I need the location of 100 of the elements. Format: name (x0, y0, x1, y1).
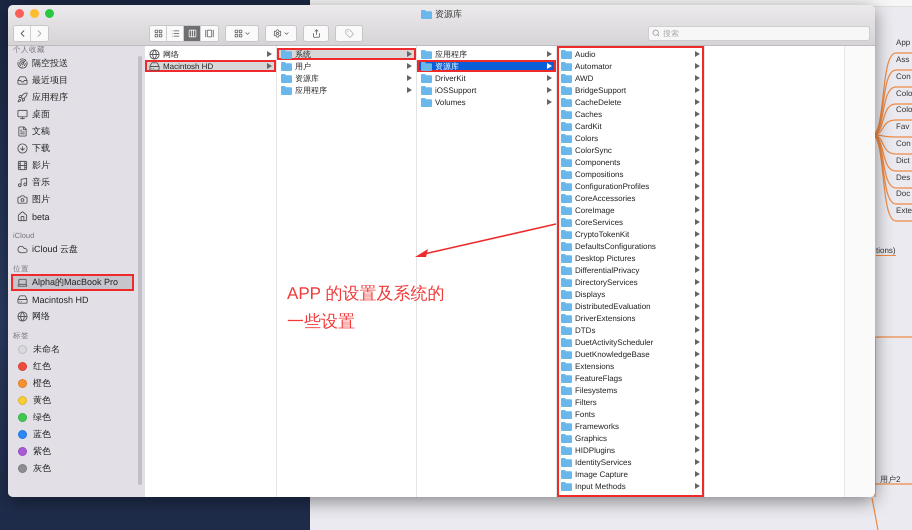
column-item[interactable]: DirectoryServices (557, 276, 704, 288)
sidebar-item[interactable]: Alpha的MacBook Pro (11, 274, 134, 291)
column-item[interactable]: Volumes (417, 96, 556, 108)
column-item[interactable]: ConfigurationProfiles (557, 180, 704, 192)
column-item[interactable]: CoreImage (557, 204, 704, 216)
column-item[interactable]: AWD (557, 72, 704, 84)
column-item[interactable]: 应用程序 (277, 84, 416, 96)
column-item[interactable]: DistributedEvaluation (557, 300, 704, 312)
sidebar-item[interactable]: 隔空投送 (11, 55, 134, 72)
sidebar-item[interactable]: 未命名 (11, 341, 134, 358)
column-item[interactable]: iOSSupport (417, 84, 556, 96)
sidebar-item[interactable]: 图片 (11, 191, 134, 208)
sidebar-item-label: 隔空投送 (32, 57, 68, 70)
column-item[interactable]: DuetKnowledgeBase (557, 348, 704, 360)
mind-map-node-label: Des (896, 173, 910, 182)
column-item[interactable]: Components (557, 156, 704, 168)
column-view-button[interactable] (184, 26, 201, 40)
sidebar-item[interactable]: 文稿 (11, 123, 134, 140)
sidebar-item[interactable]: 网络 (11, 308, 134, 325)
column-item[interactable]: BridgeSupport (557, 84, 704, 96)
folder-icon (421, 98, 432, 106)
sidebar-item[interactable]: 绿色 (11, 409, 134, 426)
column-item[interactable]: FeatureFlags (557, 372, 704, 384)
column-item[interactable]: Automator (557, 60, 704, 72)
item-label: DriverExtensions (575, 314, 636, 322)
sidebar-item[interactable]: 黄色 (11, 392, 134, 409)
column-item[interactable]: Macintosh HD (145, 60, 276, 72)
column-item[interactable]: 应用程序 (417, 48, 556, 60)
sidebar-item-label: 紫色 (33, 445, 51, 458)
search-field[interactable]: 搜索 (648, 26, 870, 40)
column-item[interactable]: Input Methods (557, 480, 704, 492)
column-item[interactable]: 用户 (277, 60, 416, 72)
column-item[interactable]: Colors (557, 132, 704, 144)
column-item[interactable]: DTDs (557, 324, 704, 336)
group-button[interactable] (225, 24, 259, 42)
item-label: CardKit (575, 122, 603, 130)
back-button[interactable] (14, 26, 31, 40)
camera-icon (17, 194, 28, 205)
column-item[interactable]: 网络 (145, 48, 276, 60)
column-item[interactable]: Filters (557, 396, 704, 408)
sidebar-item[interactable]: 下载 (11, 140, 134, 157)
column-item[interactable]: Image Capture (557, 468, 704, 480)
sidebar-item[interactable]: 桌面 (11, 106, 134, 123)
column-item[interactable]: CacheDelete (557, 96, 704, 108)
folder-icon (561, 338, 572, 346)
folder-icon (561, 74, 572, 82)
column-item[interactable]: DriverKit (417, 72, 556, 84)
column-item[interactable]: DriverExtensions (557, 312, 704, 324)
column-item[interactable]: CryptoTokenKit (557, 228, 704, 240)
column-item[interactable]: 资源库 (277, 72, 416, 84)
column-item[interactable]: IdentityServices (557, 456, 704, 468)
icon-view-button[interactable] (150, 26, 167, 40)
sidebar-item-label: 应用程序 (32, 91, 68, 104)
sidebar-item[interactable]: 灰色 (11, 460, 134, 477)
column-item[interactable]: Extensions (557, 360, 704, 372)
column-item[interactable]: Desktop Pictures (557, 252, 704, 264)
column-item[interactable]: Compositions (557, 168, 704, 180)
column-item[interactable]: HIDPlugins (557, 444, 704, 456)
column-item[interactable]: 系统 (277, 48, 416, 60)
sidebar-item-label: 蓝色 (33, 428, 51, 441)
item-label: Volumes (435, 98, 467, 106)
column-item[interactable]: Graphics (557, 432, 704, 444)
column-item[interactable]: ColorSync (557, 144, 704, 156)
column-item[interactable]: DifferentialPrivacy (557, 264, 704, 276)
column-item[interactable]: CoreAccessories (557, 192, 704, 204)
column-item[interactable]: CardKit (557, 120, 704, 132)
column-item[interactable]: 资源库 (417, 60, 556, 72)
column-item[interactable]: DefaultsConfigurations (557, 240, 704, 252)
column-item[interactable]: Audio (557, 48, 704, 60)
folder-icon (421, 86, 432, 94)
folder-icon (281, 86, 292, 94)
close-button[interactable] (15, 8, 24, 18)
column-item[interactable]: Fonts (557, 408, 704, 420)
item-label: Desktop Pictures (575, 254, 636, 262)
folder-icon (561, 278, 572, 286)
sidebar-item[interactable]: 红色 (11, 358, 134, 375)
column-item[interactable]: Displays (557, 288, 704, 300)
hard-drive-icon (17, 294, 28, 305)
sidebar-item[interactable]: 影片 (11, 157, 134, 174)
column-item[interactable]: Frameworks (557, 420, 704, 432)
share-button[interactable] (303, 24, 329, 42)
sidebar-item[interactable]: beta (11, 208, 134, 225)
item-label: Filters (575, 398, 598, 406)
column-item[interactable]: Filesystems (557, 384, 704, 396)
folder-icon (561, 230, 572, 238)
sidebar-item[interactable]: 蓝色 (11, 426, 134, 443)
sidebar-item[interactable]: 应用程序 (11, 89, 134, 106)
sidebar-item[interactable]: 紫色 (11, 443, 134, 460)
column-item[interactable]: Caches (557, 108, 704, 120)
action-button[interactable] (265, 24, 297, 42)
sidebar-item[interactable]: iCloud 云盘 (11, 241, 134, 258)
sidebar-item[interactable]: 橙色 (11, 375, 134, 392)
item-label: CoreImage (575, 206, 616, 214)
item-label: CryptoTokenKit (575, 230, 630, 238)
column-item[interactable]: DuetActivityScheduler (557, 336, 704, 348)
item-label: Caches (575, 110, 604, 118)
sidebar-item[interactable]: 最近项目 (11, 72, 134, 89)
sidebar-item[interactable]: 音乐 (11, 174, 134, 191)
sidebar-item[interactable]: Macintosh HD (11, 291, 134, 308)
column-item[interactable]: CoreServices (557, 216, 704, 228)
